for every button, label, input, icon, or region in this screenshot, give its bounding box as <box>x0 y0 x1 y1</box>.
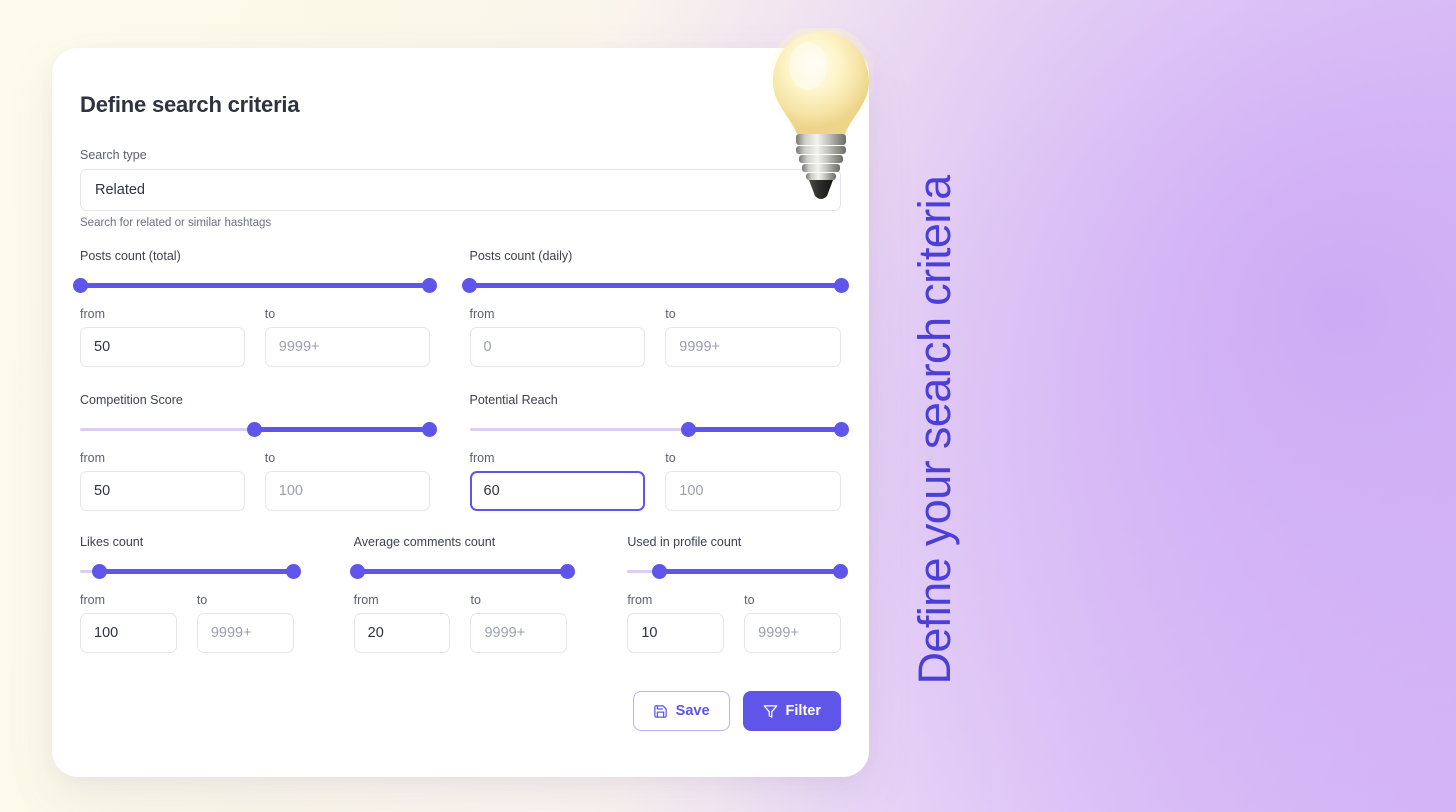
to-input[interactable] <box>264 327 430 367</box>
range-inputs: from to <box>80 593 294 653</box>
save-button-label: Save <box>675 703 710 719</box>
group-posts-count-daily: Posts count (daily) from to <box>461 249 849 367</box>
page-title: Define search criteria <box>80 92 300 117</box>
to-input[interactable] <box>665 471 841 511</box>
slider-thumb-max[interactable] <box>833 278 849 293</box>
filter-button-label: Filter <box>785 703 821 719</box>
from-label: from <box>80 451 105 465</box>
row-spacer <box>80 367 841 393</box>
group-title: Posts count (total) <box>80 249 181 263</box>
to-label: to <box>264 307 276 321</box>
range-slider[interactable] <box>80 563 302 579</box>
group-title: Competition Score <box>80 393 183 407</box>
to-label: to <box>665 307 676 321</box>
to-label: to <box>196 593 208 607</box>
from-input[interactable] <box>80 613 177 653</box>
slider-thumb-max[interactable] <box>286 564 302 579</box>
slider-fill <box>254 427 430 432</box>
save-button[interactable]: Save <box>632 691 730 731</box>
slider-thumb-max[interactable] <box>833 564 849 579</box>
search-type-help: Search for related or similar hashtags <box>80 217 272 229</box>
from-label: from <box>627 593 653 607</box>
from-label: from <box>469 307 495 321</box>
slider-thumb-min[interactable] <box>72 278 88 293</box>
group-title: Potential Reach <box>469 393 558 407</box>
to-input[interactable] <box>470 613 568 653</box>
group-used-in-profile-count: Used in profile count from to <box>587 535 849 653</box>
group-average-comments-count: Average comments count from to <box>334 535 588 653</box>
group-title: Average comments count <box>353 535 496 549</box>
slider-thumb-max[interactable] <box>559 564 575 579</box>
from-label: from <box>469 451 495 465</box>
from-input[interactable] <box>469 327 646 367</box>
slider-thumb-max[interactable] <box>422 278 437 293</box>
range-slider[interactable] <box>627 563 849 579</box>
range-inputs: from to <box>80 307 430 367</box>
from-label: from <box>80 593 105 607</box>
criteria-row-1: Posts count (total) from to <box>72 249 849 367</box>
range-inputs: from to <box>80 451 430 511</box>
to-input[interactable] <box>196 613 294 653</box>
range-slider[interactable] <box>350 563 575 579</box>
card-actions: Save Filter <box>80 691 841 731</box>
search-type-select[interactable]: Related <box>80 169 841 211</box>
slider-fill <box>357 569 568 574</box>
from-label: from <box>353 593 379 607</box>
range-slider[interactable] <box>462 277 849 293</box>
slider-thumb-min[interactable] <box>651 564 667 579</box>
range-inputs: from to <box>627 593 841 653</box>
funnel-icon <box>763 704 778 719</box>
from-input[interactable] <box>80 327 245 367</box>
save-floppy-icon <box>653 704 668 719</box>
slider-thumb-min[interactable] <box>681 422 697 437</box>
from-input[interactable] <box>469 471 646 511</box>
slider-thumb-max[interactable] <box>833 422 849 437</box>
slider-fill <box>659 569 841 574</box>
range-slider[interactable] <box>469 421 849 437</box>
to-label: to <box>744 593 755 607</box>
slider-fill <box>99 569 294 574</box>
group-likes-count: Likes count from to <box>80 535 334 653</box>
from-label: from <box>80 307 105 321</box>
group-title: Used in profile count <box>627 535 742 549</box>
slider-fill <box>688 427 841 432</box>
criteria-row-2: Competition Score from to <box>80 393 849 511</box>
from-input[interactable] <box>627 613 725 653</box>
range-inputs: from to <box>469 451 841 511</box>
range-slider[interactable] <box>80 421 437 437</box>
range-inputs: from to <box>353 593 568 653</box>
slider-thumb-min[interactable] <box>462 278 477 293</box>
slider-thumb-min[interactable] <box>91 564 107 579</box>
filter-button[interactable]: Filter <box>742 691 841 731</box>
to-input[interactable] <box>744 613 841 653</box>
to-label: to <box>264 451 276 465</box>
row-spacer <box>80 511 841 535</box>
from-input[interactable] <box>80 471 245 511</box>
search-criteria-card: Define search criteria Search type Relat… <box>52 48 869 777</box>
slider-fill <box>80 283 430 288</box>
to-input[interactable] <box>665 327 841 367</box>
range-inputs: from to <box>469 307 841 367</box>
search-type-value: Related <box>95 182 145 198</box>
to-label: to <box>470 593 481 607</box>
decor-headline: Define your search criteria <box>900 110 970 750</box>
to-label: to <box>665 451 676 465</box>
group-competition-score: Competition Score from to <box>80 393 461 511</box>
group-title: Likes count <box>80 535 144 549</box>
search-type-label: Search type <box>80 148 147 162</box>
decor-headline-text: Define your search criteria <box>909 175 960 685</box>
group-title: Posts count (daily) <box>469 249 573 263</box>
from-input[interactable] <box>353 613 451 653</box>
slider-thumb-max[interactable] <box>422 422 437 437</box>
to-input[interactable] <box>264 471 430 511</box>
range-slider[interactable] <box>72 277 437 293</box>
slider-thumb-min[interactable] <box>350 564 366 579</box>
group-posts-count-total: Posts count (total) from to <box>72 249 461 367</box>
slider-thumb-min[interactable] <box>247 422 263 437</box>
slider-fill <box>469 283 841 288</box>
group-potential-reach: Potential Reach from to <box>461 393 849 511</box>
criteria-row-3: Likes count from to <box>80 535 849 653</box>
